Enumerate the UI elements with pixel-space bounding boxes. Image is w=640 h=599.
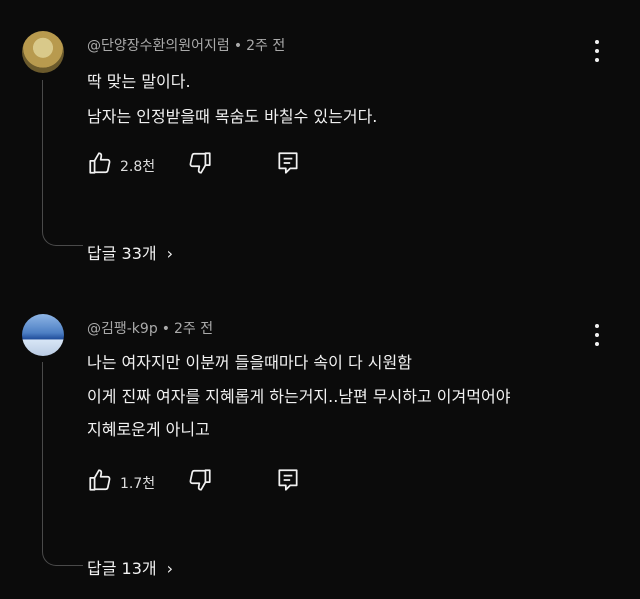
comment-actions: 2.8천 — [87, 150, 327, 180]
chevron-right-icon: › — [166, 559, 174, 578]
dislike-button[interactable] — [187, 150, 213, 176]
dislike-button[interactable] — [187, 467, 213, 493]
like-count: 1.7천 — [120, 476, 156, 492]
thumbs-up-icon — [89, 469, 111, 491]
more-options-icon[interactable] — [590, 324, 604, 346]
like-button[interactable] — [87, 467, 113, 493]
thumbs-down-icon — [189, 152, 211, 174]
thread-line — [42, 362, 83, 566]
replies-count: 답글 33개 — [87, 244, 157, 263]
comment-time: 2주 전 — [246, 38, 286, 54]
author-name[interactable]: @김팽-k9p — [87, 321, 158, 337]
comment-text-line: 딱 맞는 말이다. — [87, 72, 191, 91]
meta-separator: • — [233, 38, 243, 54]
thumbs-down-icon — [189, 469, 211, 491]
more-options-icon[interactable] — [590, 40, 604, 62]
comment-meta: @단양장수환의원어지럼 • 2주 전 — [87, 35, 285, 55]
comment-meta: @김팽-k9p • 2주 전 — [87, 318, 213, 338]
comment-text-line: 나는 여자지만 이분꺼 들을때마다 속이 다 시원함 — [87, 353, 412, 372]
comment-text-line: 이게 진짜 여자를 지혜롭게 하는거지..남편 무시하고 이겨먹어야 — [87, 387, 511, 406]
reply-button[interactable] — [275, 150, 301, 176]
like-button[interactable] — [87, 150, 113, 176]
view-replies-button[interactable]: 답글 13개 › — [87, 555, 173, 579]
thread-line — [42, 80, 83, 246]
author-avatar[interactable] — [22, 314, 64, 356]
reply-icon — [278, 152, 298, 174]
chevron-right-icon: › — [166, 244, 174, 263]
author-avatar[interactable] — [22, 31, 64, 73]
comment-actions: 1.7천 — [87, 467, 327, 497]
reply-button[interactable] — [275, 467, 301, 493]
replies-count: 답글 13개 — [87, 559, 157, 578]
view-replies-button[interactable]: 답글 33개 › — [87, 240, 173, 264]
comment-text-line: 남자는 인정받을때 목숨도 바칠수 있는거다. — [87, 107, 378, 126]
meta-separator: • — [161, 321, 170, 337]
author-name[interactable]: @단양장수환의원어지럼 — [87, 38, 230, 54]
reply-icon — [278, 469, 298, 491]
comment-time: 2주 전 — [173, 321, 214, 337]
thumbs-up-icon — [89, 152, 111, 174]
like-count: 2.8천 — [120, 159, 156, 175]
comment-text-line: 지혜로운게 아니고 — [87, 420, 210, 439]
